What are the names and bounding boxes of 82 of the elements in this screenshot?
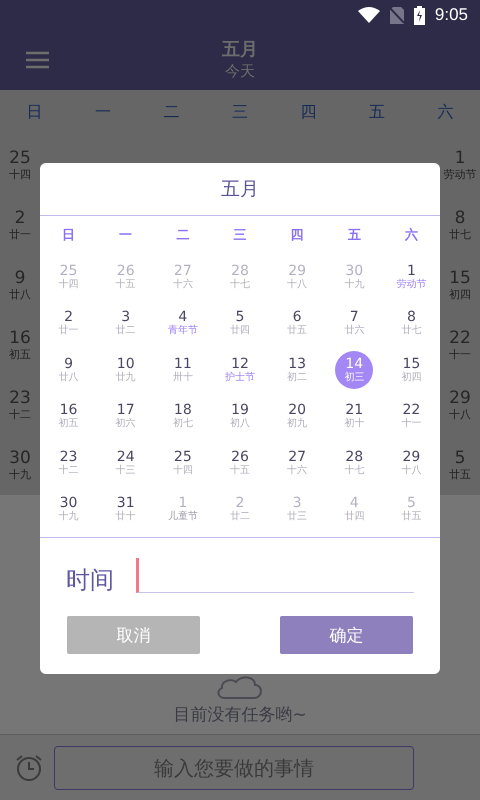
day-number: 23: [9, 389, 31, 408]
today-label: 今天: [225, 61, 255, 81]
confirm-button[interactable]: 确定: [280, 616, 413, 654]
date-cell[interactable]: 13 初二: [278, 351, 316, 390]
weekday-label: 六: [438, 102, 454, 123]
weekday-label: 二: [163, 102, 180, 123]
wifi-icon: [358, 7, 380, 23]
date-cell[interactable]: 23 十二: [50, 444, 88, 482]
date-cell[interactable]: 6 廿五: [278, 304, 316, 343]
day-number: 2: [14, 209, 26, 228]
weekday-label: 四: [290, 227, 304, 244]
month-title: 五月: [222, 39, 258, 61]
date-cell[interactable]: 27 十六: [278, 444, 316, 482]
weekday-label: 日: [62, 227, 76, 244]
dialog-title: 五月: [40, 163, 440, 216]
date-cell[interactable]: 16 初五: [50, 398, 88, 436]
lunar-date: 十一: [449, 348, 471, 361]
time-input-field[interactable]: [136, 558, 414, 593]
day-number: 5: [454, 449, 466, 468]
cloud-icon: [215, 675, 265, 699]
date-cell[interactable]: 10 廿九: [106, 351, 145, 390]
date-cell[interactable]: 22 十一: [392, 398, 430, 436]
date-cell[interactable]: 21 初十: [335, 398, 374, 436]
no-sim-icon: [390, 6, 404, 24]
day-number: 30: [9, 449, 31, 468]
date-cell[interactable]: 28 十七: [335, 444, 374, 482]
date-cell[interactable]: 20 初九: [278, 398, 316, 436]
weekday-label: 一: [119, 227, 132, 244]
weekday-label: 五: [348, 227, 361, 244]
lunar-date: 廿八: [9, 288, 31, 301]
lunar-date: 十二: [9, 408, 31, 421]
weekday-label: 二: [176, 227, 190, 244]
alarm-clock-icon[interactable]: [14, 752, 44, 782]
battery-charging-icon: [414, 6, 425, 24]
lunar-date: 廿五: [449, 468, 471, 481]
lunar-date: 十四: [9, 168, 31, 181]
day-number: 25: [9, 149, 31, 168]
weekday-label: 六: [404, 226, 418, 244]
date-cell[interactable]: 4 青年节: [164, 304, 202, 343]
time-label: 时间: [66, 565, 114, 596]
date-cell[interactable]: 11 卅十: [164, 351, 202, 390]
weekday-label: 三: [233, 227, 246, 244]
date-cell[interactable]: 24 十三: [106, 444, 145, 482]
date-cell[interactable]: 7 廿六: [335, 304, 374, 343]
menu-button[interactable]: [24, 50, 52, 70]
lunar-date: 十九: [9, 468, 31, 481]
empty-message: 目前没有任务哟~: [173, 704, 307, 726]
lunar-date: 十八: [449, 408, 471, 421]
day-number: 22: [449, 329, 471, 348]
date-cell[interactable]: 5 廿四: [220, 304, 259, 343]
lunar-date: 廿一: [9, 228, 31, 241]
status-time: 9:05: [434, 5, 468, 25]
date-cell[interactable]: 3 廿二: [106, 304, 145, 343]
day-number: 16: [9, 329, 31, 348]
weekday-label: 一: [94, 102, 111, 123]
day-number: 1: [454, 149, 466, 168]
weekday-label: 四: [300, 102, 317, 123]
date-cell[interactable]: 30 十九: [50, 490, 88, 529]
lunar-date: 初四: [449, 288, 471, 301]
date-cell[interactable]: 19 初八: [220, 398, 259, 436]
date-cell[interactable]: 15 初四: [392, 351, 430, 390]
lunar-date: 初五: [9, 348, 31, 361]
date-cell[interactable]: 26 十五: [220, 444, 259, 482]
date-cell[interactable]: 31 廿十: [106, 490, 145, 529]
lunar-date: 廿七: [449, 228, 471, 241]
date-cell[interactable]: 2 廿一: [50, 304, 88, 343]
date-cell[interactable]: 1 劳动节: [392, 258, 430, 296]
lunar-date: 劳动节: [444, 168, 476, 181]
date-cell[interactable]: 12 护士节: [220, 351, 259, 390]
day-number: 29: [449, 389, 471, 408]
weekday-label: 五: [369, 102, 386, 123]
weekday-label: 三: [232, 102, 248, 123]
date-cell[interactable]: 25 十四: [164, 444, 202, 482]
weekday-label: 日: [26, 102, 42, 123]
date-cell[interactable]: 9 廿八: [50, 351, 88, 390]
date-cell[interactable]: 17 初六: [106, 398, 145, 436]
date-cell[interactable]: 8 廿七: [392, 304, 430, 343]
day-number: 8: [454, 209, 466, 228]
day-number: 9: [14, 269, 26, 288]
date-cell[interactable]: 29 十八: [392, 444, 430, 482]
date-cell[interactable]: 18 初七: [164, 398, 202, 436]
day-number: 15: [449, 269, 471, 288]
